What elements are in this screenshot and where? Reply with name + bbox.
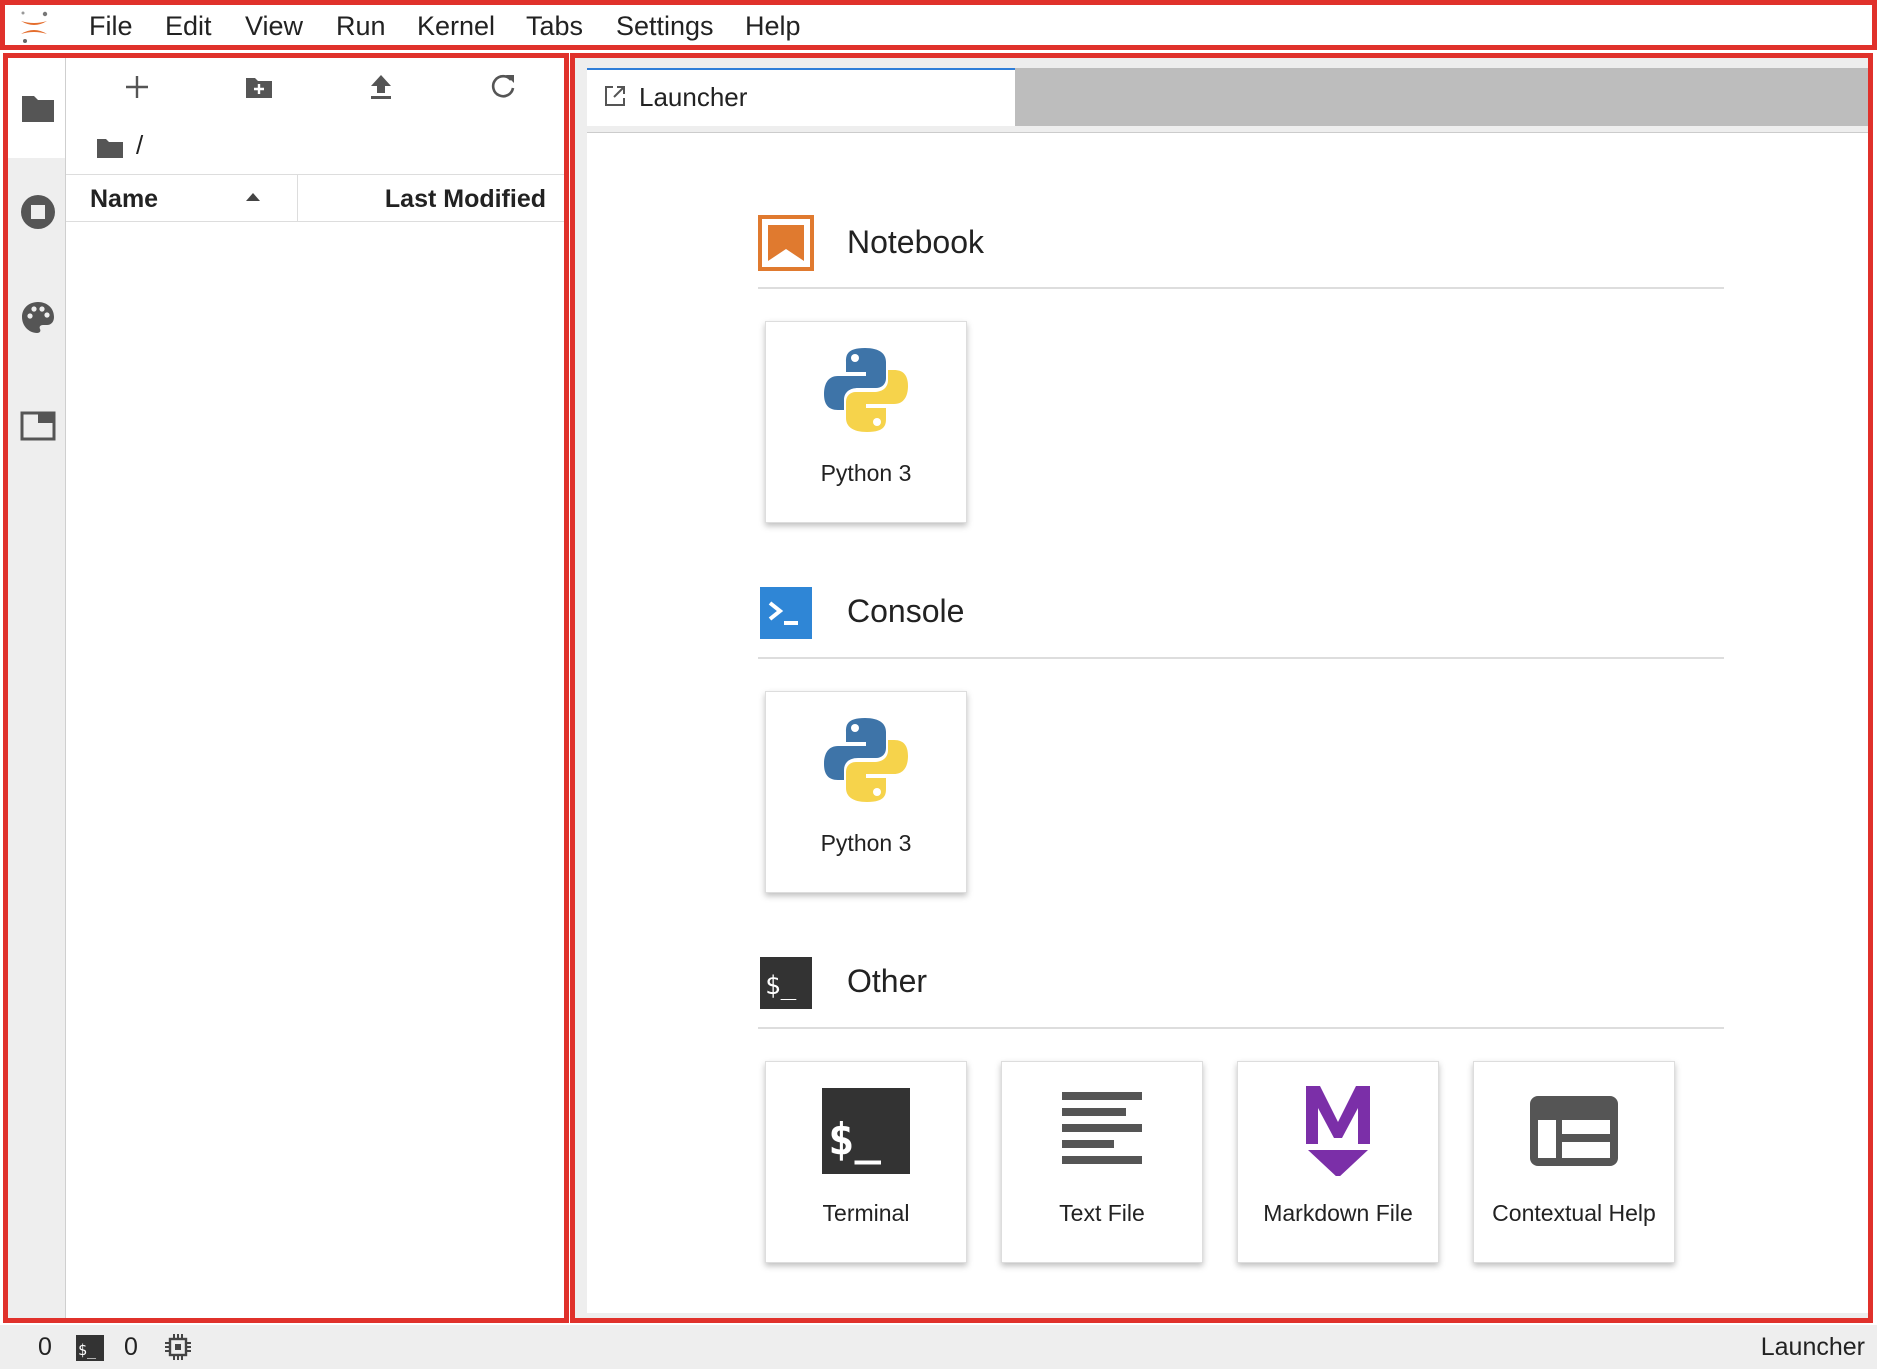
jupyter-logo-icon: [21, 11, 48, 43]
status-mode-label: Launcher: [1760, 1333, 1865, 1361]
menu-view[interactable]: View: [245, 11, 303, 42]
main-area-highlight: [570, 53, 1873, 1323]
menu-help[interactable]: Help: [745, 11, 801, 42]
menu-settings[interactable]: Settings: [616, 11, 714, 42]
kernel-count[interactable]: 0: [38, 1333, 52, 1362]
menu-tabs[interactable]: Tabs: [526, 11, 583, 42]
svg-text:$_: $_: [78, 1341, 97, 1359]
menu-run[interactable]: Run: [336, 11, 386, 42]
menu-file[interactable]: File: [89, 11, 133, 42]
menu-kernel[interactable]: Kernel: [417, 11, 495, 42]
left-panel-highlight: [3, 53, 569, 1323]
menu-bar: File Edit View Run Kernel Tabs Settings …: [0, 0, 1877, 50]
menu-edit[interactable]: Edit: [165, 11, 212, 42]
terminal-count[interactable]: 0: [124, 1333, 138, 1362]
status-bar: 0 $_ 0 Launcher: [0, 1325, 1877, 1369]
terminal-status-icon[interactable]: $_: [76, 1335, 104, 1361]
cpu-chip-icon[interactable]: [164, 1333, 192, 1361]
